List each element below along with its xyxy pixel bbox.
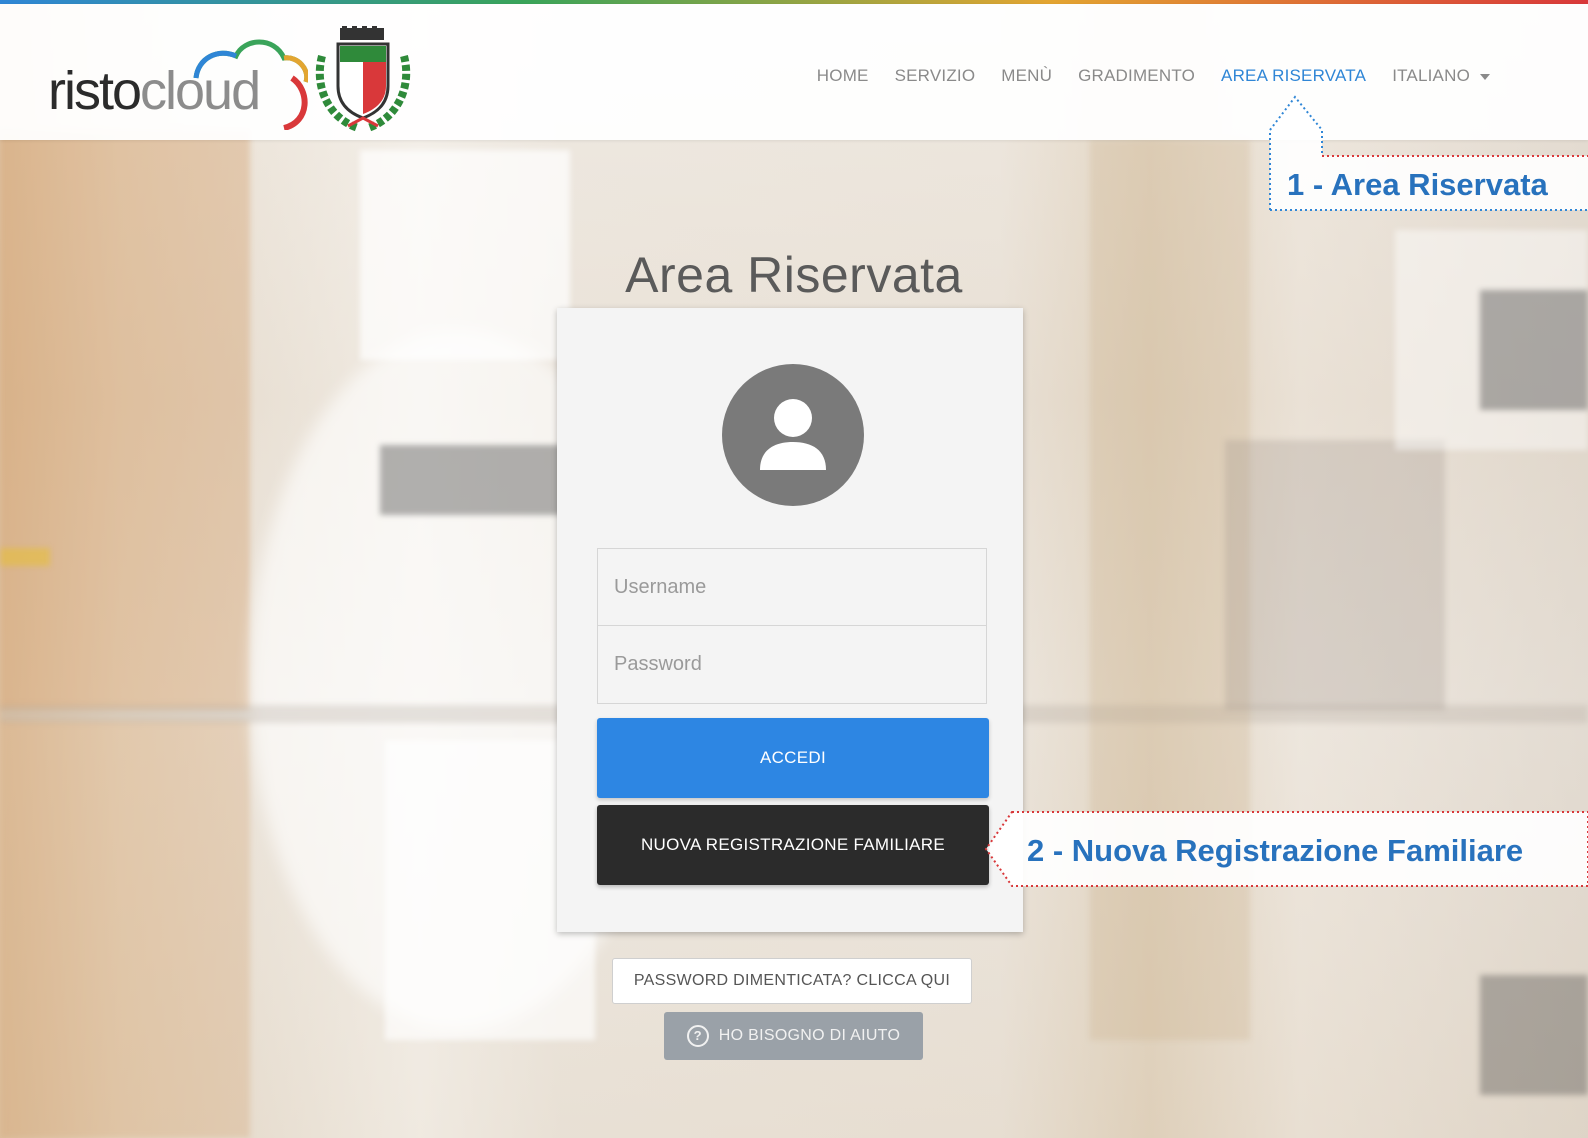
callout-nuova-registrazione: 2 - Nuova Registrazione Familiare	[1027, 833, 1524, 868]
callout-area-riservata: 1 - Area Riservata	[1287, 167, 1548, 202]
